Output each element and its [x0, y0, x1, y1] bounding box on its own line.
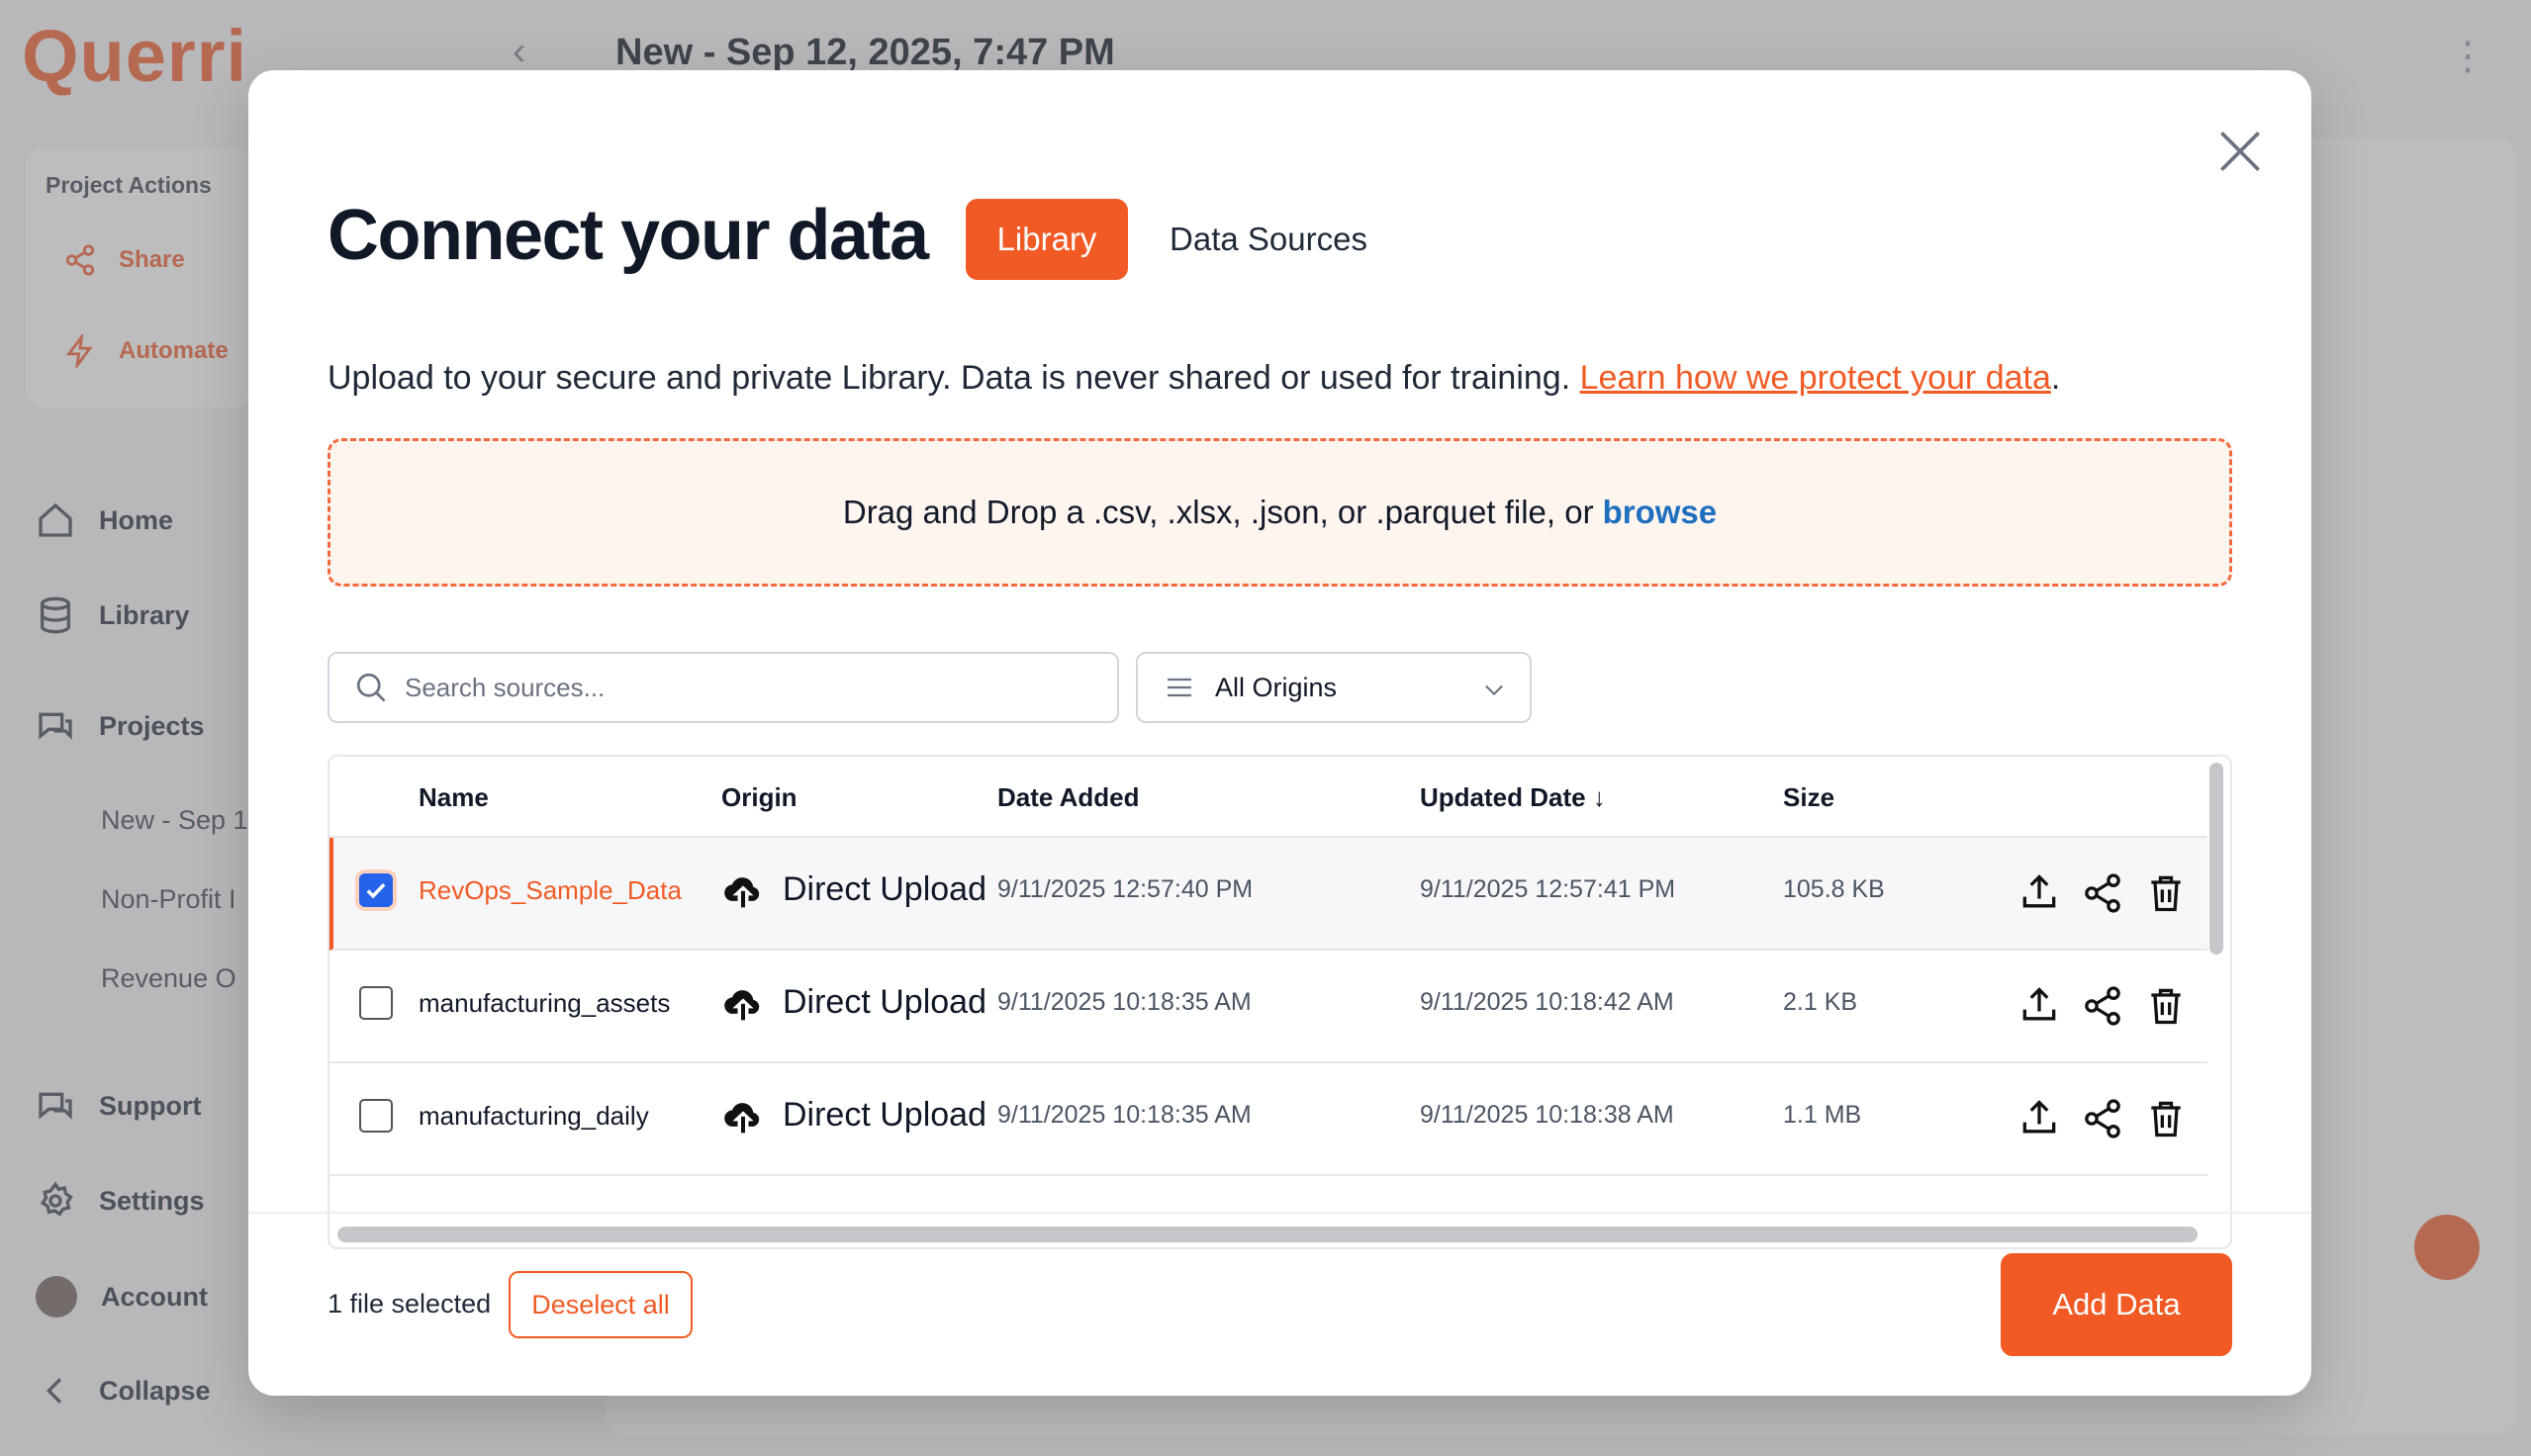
privacy-description: Upload to your secure and private Librar… [328, 359, 2060, 398]
dropzone-text: Drag and Drop a .csv, .xlsx, .json, or .… [842, 494, 1594, 530]
row-checkbox[interactable] [359, 986, 393, 1020]
file-dropzone[interactable]: Drag and Drop a .csv, .xlsx, .json, or .… [328, 438, 2232, 587]
column-header-origin[interactable]: Origin [721, 782, 797, 813]
file-name[interactable]: manufacturing_daily [419, 1101, 691, 1132]
origin-cell: Direct Upload [721, 867, 986, 911]
origin-label: Direct Upload [783, 982, 986, 1021]
tab-data-sources[interactable]: Data Sources [1159, 199, 1378, 280]
updated-date: 9/11/2025 10:18:38 AM [1420, 1101, 1674, 1129]
deselect-all-button[interactable]: Deselect all [509, 1271, 693, 1338]
description-text: Upload to your secure and private Librar… [328, 359, 1571, 397]
date-added: 9/11/2025 10:18:35 AM [997, 1101, 1252, 1129]
file-size: 1.1 MB [1783, 1101, 1862, 1129]
export-icon[interactable] [2017, 984, 2061, 1028]
table-row[interactable]: manufacturing_daily Direct Upload 9/11/2… [329, 1063, 2207, 1176]
origin-filter-select[interactable]: All Origins [1136, 652, 1532, 723]
cloud-upload-icon [724, 990, 760, 1021]
check-icon [366, 882, 386, 899]
file-name[interactable]: manufacturing_assets [419, 988, 691, 1019]
horizontal-scrollbar[interactable] [337, 1227, 2198, 1242]
origin-cell: Direct Upload [721, 980, 986, 1024]
updated-date: 9/11/2025 10:18:42 AM [1420, 988, 1674, 1016]
connect-data-modal: Connect your data Library Data Sources U… [248, 70, 2311, 1396]
row-checkbox[interactable] [359, 873, 393, 907]
browse-link[interactable]: browse [1603, 494, 1718, 531]
selected-count: 1 file selected [328, 1289, 492, 1319]
search-input[interactable] [405, 672, 1097, 703]
add-data-button[interactable]: Add Data [2001, 1253, 2232, 1356]
description-end: . [2050, 359, 2061, 397]
file-size: 2.1 KB [1783, 988, 1858, 1016]
row-actions [2017, 871, 2188, 915]
trash-icon[interactable] [2144, 984, 2188, 1028]
protect-data-link[interactable]: Learn how we protect your data [1580, 359, 2051, 397]
row-checkbox[interactable] [359, 1099, 393, 1133]
file-name[interactable]: RevOps_Sample_Data [419, 875, 691, 906]
column-header-size[interactable]: Size [1783, 782, 1834, 813]
modal-title: Connect your data [328, 196, 929, 275]
filter-lines-icon [1168, 678, 1191, 697]
export-icon[interactable] [2017, 871, 2061, 915]
table-row[interactable]: manufacturing_assets Direct Upload 9/11/… [329, 951, 2207, 1063]
footer-divider [248, 1212, 2311, 1214]
share-icon[interactable] [2081, 984, 2124, 1028]
vertical-scrollbar[interactable] [2209, 763, 2223, 955]
column-header-updated-date[interactable]: Updated Date ↓ [1420, 782, 1606, 813]
origin-label: Direct Upload [783, 869, 986, 908]
row-actions [2017, 984, 2188, 1028]
trash-icon[interactable] [2144, 1097, 2188, 1140]
table-header: Name Origin Date Added Updated Date ↓ Si… [329, 757, 2207, 838]
origin-label: Direct Upload [783, 1095, 986, 1134]
share-icon[interactable] [2081, 1097, 2124, 1140]
column-header-date-added[interactable]: Date Added [997, 782, 1140, 813]
cloud-upload-icon [724, 1103, 760, 1134]
cloud-upload-icon [724, 877, 760, 908]
search-box[interactable] [328, 652, 1119, 723]
origin-cell: Direct Upload [721, 1093, 986, 1137]
origin-filter-value: All Origins [1215, 672, 1338, 702]
table-row[interactable]: RevOps_Sample_Data Direct Upload 9/11/20… [329, 838, 2207, 951]
trash-icon[interactable] [2144, 871, 2188, 915]
date-added: 9/11/2025 12:57:40 PM [997, 875, 1254, 903]
row-actions [2017, 1097, 2188, 1140]
share-icon[interactable] [2081, 871, 2124, 915]
file-size: 105.8 KB [1783, 875, 1885, 903]
export-icon[interactable] [2017, 1097, 2061, 1140]
date-added: 9/11/2025 10:18:35 AM [997, 988, 1252, 1016]
tab-library[interactable]: Library [966, 199, 1128, 280]
updated-date: 9/11/2025 12:57:41 PM [1420, 875, 1676, 903]
chevron-down-icon [1485, 684, 1503, 696]
close-icon[interactable] [2212, 124, 2268, 179]
column-header-name[interactable]: Name [419, 782, 489, 813]
search-icon [356, 673, 386, 702]
sources-table: Name Origin Date Added Updated Date ↓ Si… [328, 755, 2232, 1249]
